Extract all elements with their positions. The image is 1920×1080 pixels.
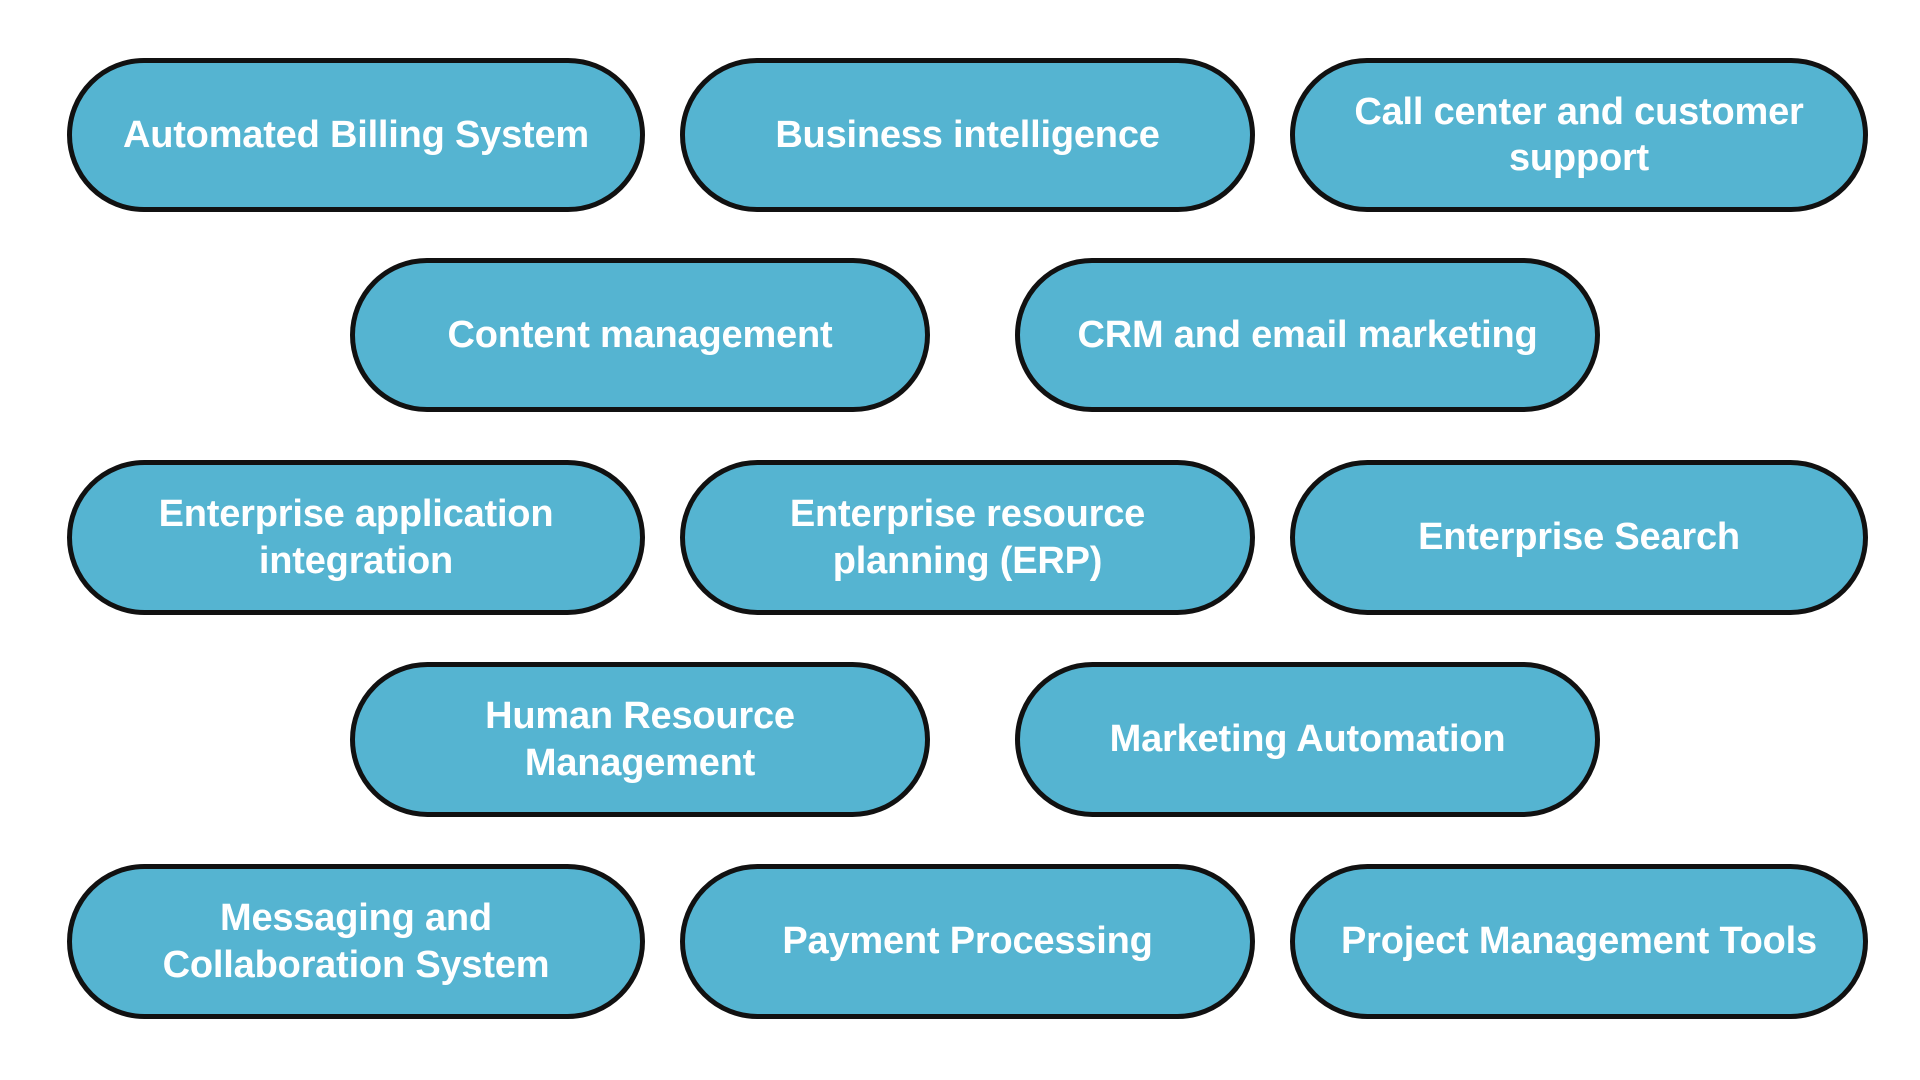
pill-business-intelligence[interactable]: Business intelligence bbox=[680, 58, 1255, 212]
pill-label: Enterprise application integration bbox=[158, 493, 554, 582]
pill-label: Payment Processing bbox=[782, 920, 1153, 963]
pill-human-resource-management[interactable]: Human Resource Management bbox=[350, 662, 930, 817]
pill-label: Project Management Tools bbox=[1341, 920, 1817, 963]
pill-enterprise-search[interactable]: Enterprise Search bbox=[1290, 460, 1868, 615]
pill-label: Enterprise Search bbox=[1418, 516, 1740, 559]
pill-enterprise-application-integration[interactable]: Enterprise application integration bbox=[67, 460, 645, 615]
pill-label: Human Resource Management bbox=[485, 695, 795, 784]
pill-call-center-and-customer-support[interactable]: Call center and customer support bbox=[1290, 58, 1868, 212]
pill-messaging-and-collaboration-system[interactable]: Messaging and Collaboration System bbox=[67, 864, 645, 1019]
pill-label: Content management bbox=[447, 313, 833, 356]
pill-crm-and-email-marketing[interactable]: CRM and email marketing bbox=[1015, 258, 1600, 412]
pill-label: Business intelligence bbox=[775, 113, 1160, 156]
diagram-canvas: Automated Billing System Business intell… bbox=[0, 0, 1920, 1080]
pill-project-management-tools[interactable]: Project Management Tools bbox=[1290, 864, 1868, 1019]
pill-automated-billing-system[interactable]: Automated Billing System bbox=[67, 58, 645, 212]
pill-content-management[interactable]: Content management bbox=[350, 258, 930, 412]
pill-enterprise-resource-planning[interactable]: Enterprise resource planning (ERP) bbox=[680, 460, 1255, 615]
pill-label: Messaging and Collaboration System bbox=[162, 897, 550, 986]
pill-label: Call center and customer support bbox=[1354, 90, 1804, 179]
pill-payment-processing[interactable]: Payment Processing bbox=[680, 864, 1255, 1019]
pill-label: CRM and email marketing bbox=[1077, 313, 1538, 356]
pill-label: Enterprise resource planning (ERP) bbox=[789, 493, 1146, 582]
pill-marketing-automation[interactable]: Marketing Automation bbox=[1015, 662, 1600, 817]
pill-label: Automated Billing System bbox=[122, 113, 590, 156]
pill-label: Marketing Automation bbox=[1109, 718, 1506, 761]
